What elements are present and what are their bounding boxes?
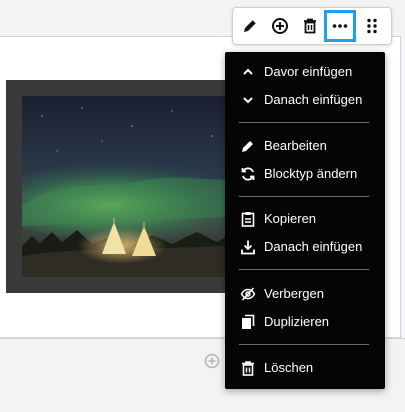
menu-separator [239, 269, 369, 270]
more-horizontal-icon [332, 24, 348, 28]
block-options-menu: Davor einfügen Danach einfügen Bearbeite… [225, 52, 385, 389]
menu-separator [239, 196, 369, 197]
menu-item-label: Duplizieren [264, 314, 330, 329]
chevron-down-icon [239, 91, 257, 109]
menu-item-label: Löschen [264, 360, 314, 375]
menu-item-duplicate[interactable]: Duplizieren [225, 309, 385, 335]
menu-item-change-block-type[interactable]: Blocktyp ändern [225, 161, 385, 187]
menu-item-insert-after[interactable]: Danach einfügen [225, 87, 385, 113]
menu-item-delete[interactable]: Löschen [225, 355, 385, 381]
plus-circle-icon [272, 18, 288, 34]
trash-icon [239, 359, 257, 377]
pencil-icon [239, 137, 257, 155]
menu-item-edit[interactable]: Bearbeiten [225, 133, 385, 159]
delete-button[interactable] [295, 11, 325, 41]
add-block-button[interactable] [204, 353, 220, 369]
refresh-icon [239, 165, 257, 183]
menu-item-label: Verbergen [264, 286, 324, 301]
menu-separator [239, 122, 369, 123]
menu-item-label: Davor einfügen [264, 64, 353, 79]
menu-item-copy[interactable]: Kopieren [225, 206, 385, 232]
menu-separator [239, 344, 369, 345]
drag-handle-button[interactable] [357, 11, 387, 41]
menu-item-label: Danach einfügen [264, 239, 363, 254]
block-toolbar [232, 7, 392, 45]
eye-off-icon [239, 285, 257, 303]
edit-button[interactable] [235, 11, 265, 41]
menu-item-label: Blocktyp ändern [264, 166, 358, 181]
chevron-up-icon [239, 63, 257, 81]
menu-item-label: Kopieren [264, 211, 317, 226]
plus-circle-icon [204, 353, 220, 369]
pencil-icon [244, 19, 257, 32]
menu-item-label: Danach einfügen [264, 92, 363, 107]
menu-item-label: Bearbeiten [264, 138, 327, 153]
menu-item-hide[interactable]: Verbergen [225, 281, 385, 307]
add-button[interactable] [265, 11, 295, 41]
copy-icon [239, 313, 257, 331]
clipboard-icon [239, 210, 257, 228]
menu-item-insert-before[interactable]: Davor einfügen [225, 59, 385, 85]
trash-icon [304, 18, 316, 34]
drag-handle-icon [367, 18, 377, 34]
aurora-image [22, 96, 250, 277]
menu-item-paste-after[interactable]: Danach einfügen [225, 234, 385, 260]
download-icon [239, 238, 257, 256]
more-options-button[interactable] [324, 10, 356, 42]
